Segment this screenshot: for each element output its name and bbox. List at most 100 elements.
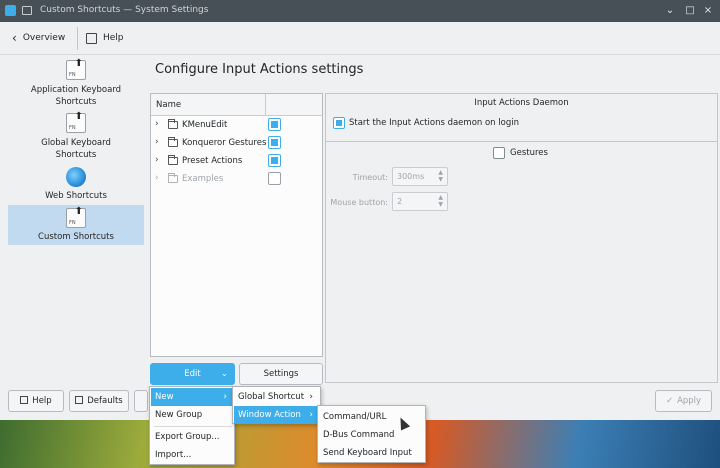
- menu-item-dbus-command[interactable]: D-Bus Command: [319, 426, 424, 444]
- spin-arrows-icon[interactable]: ▲ ▼: [438, 194, 443, 208]
- menu-item-window-action[interactable]: Window Action ›: [234, 406, 319, 424]
- folder-icon: [168, 173, 178, 183]
- sidebar-item-application-shortcuts[interactable]: FN ⬆ Application Keyboard Shortcuts: [8, 58, 144, 110]
- enabled-checkbox[interactable]: [268, 154, 281, 167]
- close-icon[interactable]: ×: [701, 4, 715, 18]
- keyboard-fn-icon: FN ⬆: [66, 58, 86, 80]
- column-header-name[interactable]: Name: [156, 100, 181, 110]
- back-arrow-icon: ‹: [12, 31, 17, 45]
- edit-menu: New › New Group Export Group... Import...: [149, 386, 235, 465]
- chevron-right-icon[interactable]: ›: [155, 137, 159, 147]
- globe-icon: [66, 167, 86, 187]
- help-button[interactable]: Help: [8, 390, 64, 412]
- keyboard-fn-icon: FN ⬆: [66, 111, 86, 133]
- spin-arrows-icon[interactable]: ▲ ▼: [438, 169, 443, 183]
- sidebar-item-label: Application Keyboard Shortcuts: [30, 85, 122, 107]
- gestures-group: Gestures Timeout: 300ms ▲ ▼ Mouse button:…: [326, 141, 717, 382]
- gestures-label[interactable]: Gestures: [510, 148, 548, 158]
- help-button-label: Help: [32, 396, 52, 406]
- tree-row[interactable]: › Konqueror Gestures: [151, 134, 322, 152]
- menu-item-global-shortcut[interactable]: Global Shortcut ›: [234, 388, 319, 406]
- toolbar-separator: [77, 27, 78, 50]
- menu-separator: [154, 426, 232, 427]
- new-submenu: Global Shortcut › Window Action ›: [232, 386, 321, 424]
- menu-item-import[interactable]: Import...: [151, 446, 233, 464]
- column-divider: [265, 94, 266, 116]
- defaults-button[interactable]: Defaults: [69, 390, 129, 412]
- overview-label: Overview: [22, 33, 66, 43]
- chevron-right-icon[interactable]: ›: [155, 119, 159, 129]
- actions-tree: Name › KMenuEdit › Konqueror Gestures › …: [150, 93, 323, 357]
- start-daemon-label[interactable]: Start the Input Actions daemon on login: [349, 118, 519, 128]
- pin-icon[interactable]: [22, 6, 32, 15]
- timeout-spinbox[interactable]: 300ms ▲ ▼: [392, 167, 448, 186]
- tree-row-label: Konqueror Gestures: [182, 138, 267, 148]
- chevron-down-icon: ⌄: [220, 369, 228, 379]
- tree-row-label: KMenuEdit: [182, 120, 228, 130]
- sidebar-item-web-shortcuts[interactable]: Web Shortcuts: [8, 162, 144, 204]
- menu-item-new-group[interactable]: New Group: [151, 406, 233, 424]
- sidebar-item-label: Custom Shortcuts: [38, 232, 114, 242]
- apply-check-icon: ✓: [665, 396, 674, 406]
- daemon-section-title: Input Actions Daemon: [474, 98, 569, 108]
- defaults-button-label: Defaults: [87, 396, 123, 406]
- gestures-checkbox[interactable]: [493, 147, 505, 159]
- help-toolbar-label: Help: [103, 33, 124, 43]
- menu-item-label: New: [155, 392, 174, 402]
- tree-row-label: Examples: [182, 174, 224, 184]
- page-title: Configure Input Actions settings: [155, 62, 364, 77]
- tree-row[interactable]: › Preset Actions: [151, 152, 322, 170]
- edit-button[interactable]: Edit ⌄: [150, 363, 235, 385]
- menu-item-export-group[interactable]: Export Group...: [151, 428, 233, 446]
- edit-label: Edit: [184, 369, 201, 379]
- app-icon[interactable]: [5, 5, 16, 16]
- tree-row[interactable]: › KMenuEdit: [151, 116, 322, 134]
- sidebar-item-global-shortcuts[interactable]: FN ⬆ Global Keyboard Shortcuts: [8, 110, 144, 162]
- enabled-checkbox[interactable]: [268, 172, 281, 185]
- start-daemon-checkbox[interactable]: [333, 117, 345, 129]
- toolbar: ‹ Overview Help: [0, 22, 720, 55]
- folder-icon: [168, 119, 178, 129]
- settings-button[interactable]: Settings: [239, 363, 323, 385]
- sidebar-item-custom-shortcuts[interactable]: FN ⬆ Custom Shortcuts: [8, 205, 144, 245]
- menu-item-send-keyboard-input[interactable]: Send Keyboard Input: [319, 444, 424, 462]
- chevron-right-icon: ›: [309, 392, 313, 402]
- restore-icon[interactable]: □: [683, 4, 697, 18]
- sidebar-item-label: Web Shortcuts: [45, 191, 107, 201]
- sidebar-item-label: Global Keyboard Shortcuts: [41, 138, 111, 160]
- system-settings-window: Custom Shortcuts — System Settings ⌄ □ ×…: [0, 0, 720, 420]
- tree-row[interactable]: › Examples: [151, 170, 322, 188]
- overview-button[interactable]: ‹ Overview: [12, 28, 65, 48]
- tree-header: Name: [151, 94, 322, 116]
- minimize-icon[interactable]: ⌄: [663, 4, 677, 18]
- window-action-submenu: Command/URL D-Bus Command Send Keyboard …: [317, 405, 426, 463]
- help-toolbar-button[interactable]: Help: [86, 28, 124, 48]
- chevron-right-icon: ›: [309, 410, 313, 420]
- daemon-panel: Input Actions Daemon Start the Input Act…: [325, 93, 718, 383]
- folder-icon: [168, 155, 178, 165]
- apply-button-label: Apply: [677, 396, 702, 406]
- menu-item-label: Global Shortcut: [238, 392, 305, 402]
- reset-button[interactable]: [134, 390, 148, 412]
- mouse-button-label: Mouse button:: [330, 198, 388, 207]
- timeout-label: Timeout:: [352, 173, 388, 182]
- help-icon: [86, 32, 97, 44]
- enabled-checkbox[interactable]: [268, 118, 281, 131]
- keyboard-fn-icon: FN ⬆: [66, 206, 86, 228]
- titlebar: Custom Shortcuts — System Settings ⌄ □ ×: [0, 0, 720, 22]
- sidebar: FN ⬆ Application Keyboard Shortcuts FN ⬆ G…: [8, 58, 145, 358]
- mouse-button-spinbox[interactable]: 2 ▲ ▼: [392, 192, 448, 211]
- window-title: Custom Shortcuts — System Settings: [40, 5, 209, 15]
- chevron-right-icon[interactable]: ›: [155, 173, 159, 183]
- help-icon: [20, 396, 29, 404]
- chevron-right-icon: ›: [223, 392, 227, 402]
- chevron-right-icon[interactable]: ›: [155, 155, 159, 165]
- tree-row-label: Preset Actions: [182, 156, 243, 166]
- timeout-value: 300ms: [397, 172, 425, 181]
- menu-item-new[interactable]: New ›: [151, 388, 233, 406]
- folder-icon: [168, 137, 178, 147]
- enabled-checkbox[interactable]: [268, 136, 281, 149]
- mouse-button-value: 2: [397, 197, 403, 206]
- defaults-icon: [75, 396, 84, 404]
- apply-button[interactable]: ✓ Apply: [655, 390, 712, 412]
